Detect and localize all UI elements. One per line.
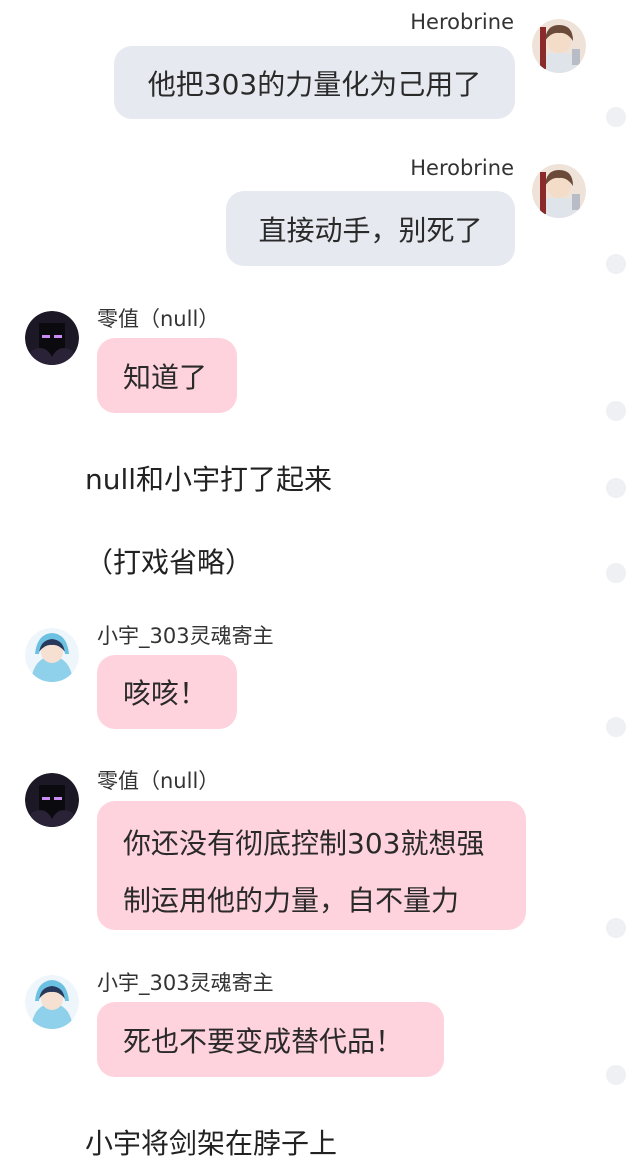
message-bubble[interactable]: 直接动手，别死了 [226, 191, 515, 266]
herobrine-avatar[interactable] [532, 164, 586, 218]
sender-name: Herobrine [410, 156, 514, 180]
sender-name: Herobrine [410, 10, 514, 34]
xiaoyu-avatar[interactable] [25, 628, 79, 682]
null-enderman-avatar[interactable] [25, 773, 79, 827]
message-line: 你还没有彻底控制303就想强 [123, 827, 485, 860]
message-select-dot[interactable] [606, 107, 626, 127]
sender-name: 小宇_303灵魂寄主 [97, 624, 274, 648]
xiaoyu-avatar[interactable] [25, 975, 79, 1029]
message-bubble[interactable]: 死也不要变成替代品！ [97, 1002, 444, 1077]
message-bubble[interactable]: 知道了 [97, 338, 237, 413]
message-select-dot[interactable] [606, 254, 626, 274]
narration-text: null和小宇打了起来 [85, 463, 333, 496]
message-select-dot[interactable] [606, 478, 626, 498]
sender-name: 零值（null） [97, 769, 220, 793]
null-enderman-avatar[interactable] [25, 311, 79, 365]
message-bubble[interactable]: 他把303的力量化为己用了 [114, 46, 515, 119]
narration-text: （打戏省略） [85, 546, 254, 579]
message-select-dot[interactable] [606, 717, 626, 737]
message-bubble[interactable]: 咳咳！ [97, 655, 237, 729]
message-select-dot[interactable] [606, 401, 626, 421]
message-select-dot[interactable] [606, 918, 626, 938]
sender-name: 零值（null） [97, 307, 220, 331]
message-bubble[interactable]: 你还没有彻底控制303就想强 制运用他的力量，自不量力 [97, 801, 526, 930]
sender-name: 小宇_303灵魂寄主 [97, 971, 274, 995]
message-select-dot[interactable] [606, 1065, 626, 1085]
message-line: 制运用他的力量，自不量力 [123, 884, 460, 917]
narration-text: 小宇将剑架在脖子上 [85, 1127, 338, 1160]
herobrine-avatar[interactable] [532, 19, 586, 73]
message-select-dot[interactable] [606, 563, 626, 583]
